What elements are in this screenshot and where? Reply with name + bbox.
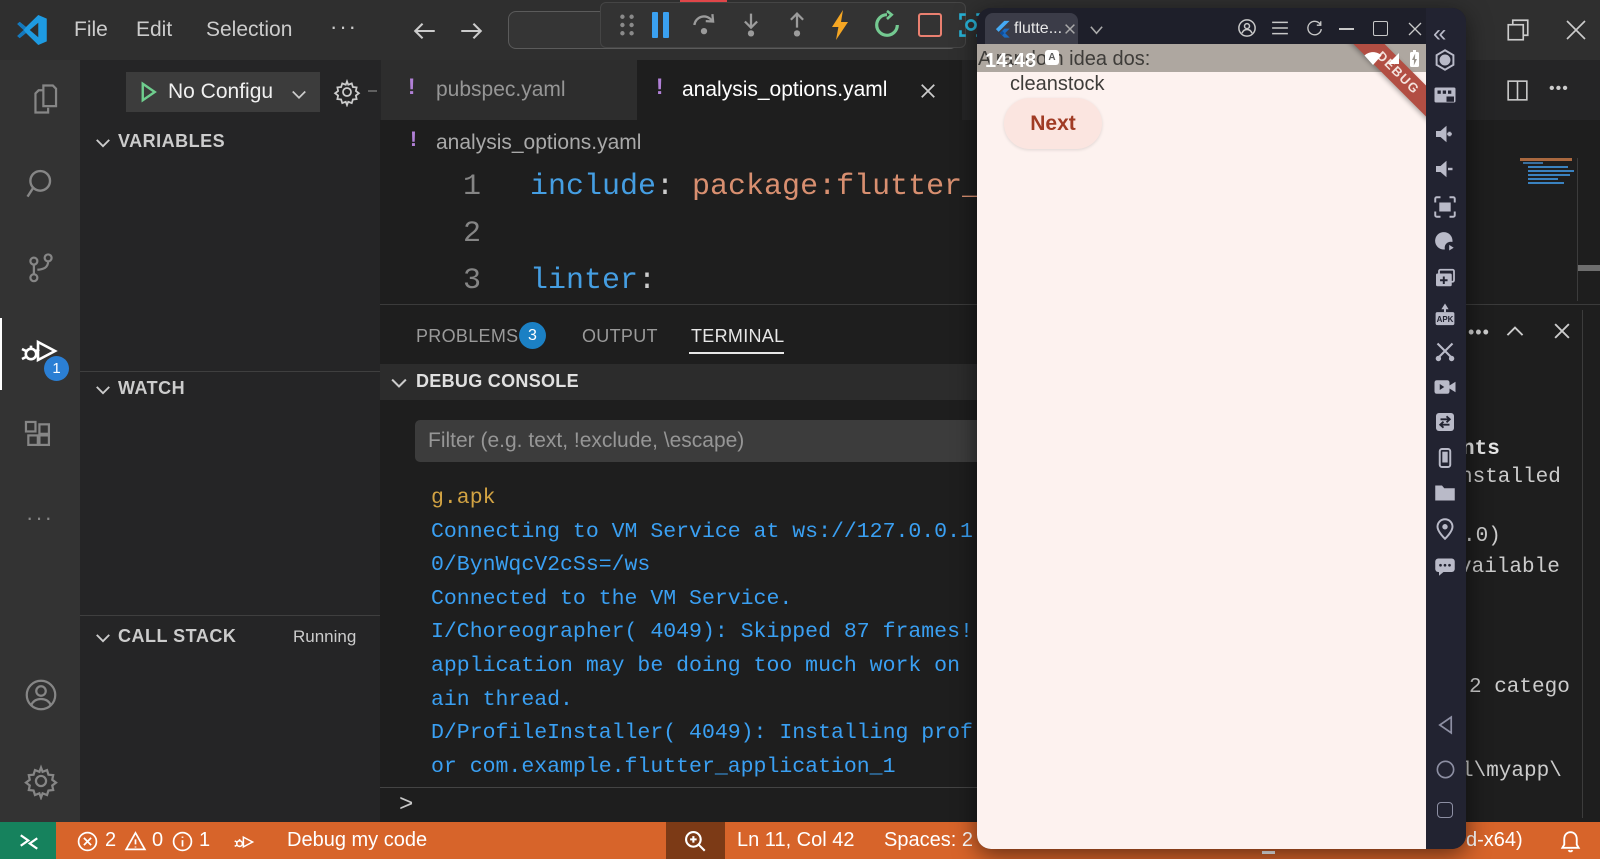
svg-text:APK: APK [1437, 315, 1454, 324]
